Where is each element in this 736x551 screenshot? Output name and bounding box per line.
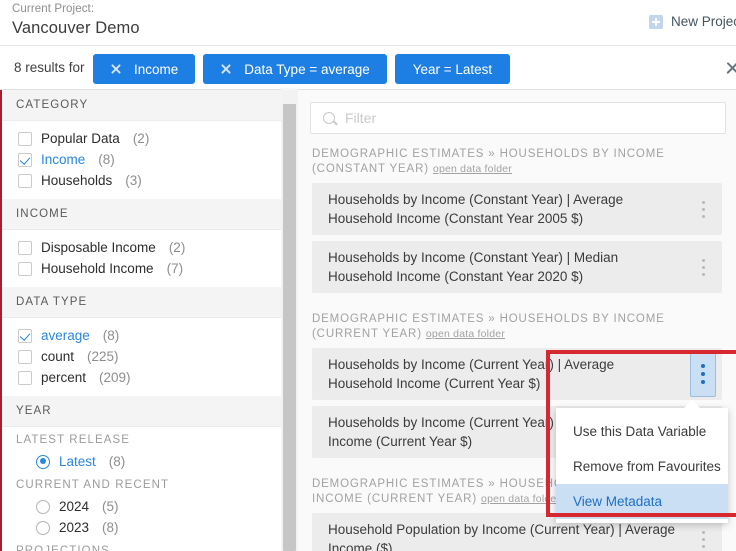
facet-option-label: count bbox=[41, 349, 75, 364]
facet-option-label: Households bbox=[41, 173, 113, 188]
facet-subgroup-current-and-recent: CURRENT AND RECENT bbox=[16, 479, 170, 491]
filter-chip-label: Year = Latest bbox=[412, 61, 493, 77]
sidebar-scrollbar-thumb[interactable] bbox=[283, 104, 296, 551]
facet-option-label: 2024 bbox=[59, 499, 90, 514]
facet-option-popular-data[interactable]: Popular Data (2) bbox=[2, 128, 281, 149]
new-project-label: New Project bbox=[671, 14, 736, 29]
facet-option-label: 2023 bbox=[59, 520, 90, 535]
filter-input-wrapper[interactable]: Filter bbox=[310, 102, 726, 134]
results-count-label: 8 results for bbox=[14, 60, 85, 75]
add-document-icon bbox=[649, 14, 663, 29]
filter-chip-year[interactable]: Year = Latest bbox=[394, 54, 511, 84]
checkbox-icon[interactable] bbox=[18, 240, 32, 255]
facet-option-label: percent bbox=[41, 370, 87, 385]
facet-options-data-type: average (8) count (225) percent (209) bbox=[2, 318, 281, 396]
checkbox-icon[interactable] bbox=[18, 173, 32, 188]
facet-section-title-income: INCOME bbox=[2, 199, 281, 230]
filter-chip-label: Income bbox=[134, 61, 179, 77]
facet-option-label: average bbox=[41, 328, 90, 343]
close-icon[interactable] bbox=[220, 64, 231, 75]
radio-selected-icon[interactable] bbox=[36, 454, 50, 469]
filter-chip-data-type[interactable]: Data Type = average bbox=[203, 54, 387, 84]
facet-options-income: Disposable Income (2) Household Income (… bbox=[2, 230, 281, 287]
facet-option-count: (2) bbox=[168, 240, 186, 255]
result-card-active[interactable]: Households by Income (Current Year) | Av… bbox=[312, 348, 722, 400]
close-icon[interactable] bbox=[110, 64, 121, 75]
new-project-button[interactable]: New Project bbox=[649, 14, 736, 29]
more-vertical-icon[interactable] bbox=[692, 249, 714, 285]
result-card[interactable]: Households by Income (Constant Year) | M… bbox=[312, 241, 722, 293]
filter-bar: Filter bbox=[298, 90, 736, 134]
radio-icon[interactable] bbox=[36, 520, 50, 535]
radio-icon[interactable] bbox=[36, 499, 50, 514]
facet-option-count: (8) bbox=[102, 328, 120, 343]
open-data-folder-link[interactable]: open data folder bbox=[426, 328, 505, 340]
result-card-title: Households by Income (Constant Year) | A… bbox=[328, 192, 624, 226]
filter-chip-list: Income Data Type = average Year = Latest bbox=[93, 54, 511, 84]
current-project-name: Vancouver Demo bbox=[12, 19, 140, 37]
facet-option-count: (8) bbox=[102, 520, 119, 535]
facet-option-disposable-income[interactable]: Disposable Income (2) bbox=[2, 237, 281, 258]
facet-option-count: (8) bbox=[108, 454, 126, 469]
facet-sidebar: CATEGORY Popular Data (2) Income (8) Hou… bbox=[0, 90, 281, 551]
facet-option-2023[interactable]: 2023 (8) bbox=[2, 517, 281, 538]
application-window: Current Project: Vancouver Demo New Proj… bbox=[0, 0, 736, 551]
result-card-title: Households by Income (Current Year) | Av… bbox=[328, 357, 615, 391]
facet-option-household-income[interactable]: Household Income (7) bbox=[2, 258, 281, 279]
facet-option-count[interactable]: count (225) bbox=[2, 346, 281, 367]
menu-item-view-metadata[interactable]: View Metadata bbox=[556, 484, 728, 519]
filter-input[interactable]: Filter bbox=[345, 110, 376, 126]
facet-option-count: (225) bbox=[87, 349, 119, 364]
facet-option-label: Popular Data bbox=[41, 131, 120, 146]
facet-option-label: Latest bbox=[59, 454, 96, 469]
facet-option-average[interactable]: average (8) bbox=[2, 325, 281, 346]
facet-options-category: Popular Data (2) Income (8) Households (… bbox=[2, 121, 281, 199]
checkbox-icon[interactable] bbox=[18, 261, 32, 276]
context-menu: Use this Data Variable Remove from Favou… bbox=[556, 400, 728, 523]
facet-section-title-year: YEAR bbox=[2, 396, 281, 427]
active-filters-bar: 8 results for Income Data Type = average… bbox=[0, 45, 736, 90]
current-project-label: Current Project: bbox=[12, 3, 95, 15]
checkbox-checked-icon[interactable] bbox=[18, 152, 32, 167]
open-data-folder-link[interactable]: open data folder bbox=[481, 493, 560, 505]
checkbox-icon[interactable] bbox=[18, 349, 32, 364]
more-vertical-icon-active[interactable] bbox=[690, 351, 716, 397]
filter-chip-income[interactable]: Income bbox=[93, 54, 196, 84]
facet-option-label: Disposable Income bbox=[41, 240, 156, 255]
more-vertical-icon[interactable] bbox=[692, 521, 714, 551]
checkbox-checked-icon[interactable] bbox=[18, 328, 32, 343]
facet-section-title-data-type: DATA TYPE bbox=[2, 287, 281, 318]
facet-option-label: Household Income bbox=[41, 261, 154, 276]
more-vertical-icon[interactable] bbox=[692, 191, 714, 227]
facet-option-count: (5) bbox=[102, 499, 119, 514]
menu-item-remove-from-favourites[interactable]: Remove from Favourites bbox=[556, 449, 728, 484]
checkbox-icon[interactable] bbox=[18, 131, 32, 146]
open-data-folder-link[interactable]: open data folder bbox=[433, 163, 512, 175]
result-card[interactable]: Households by Income (Constant Year) | A… bbox=[312, 183, 722, 235]
facet-option-households[interactable]: Households (3) bbox=[2, 170, 281, 191]
filter-chip-label: Data Type = average bbox=[244, 61, 370, 77]
facet-option-count: (7) bbox=[166, 261, 184, 276]
top-bar: Current Project: Vancouver Demo New Proj… bbox=[0, 0, 736, 45]
result-card-title: Household Population by Income (Current … bbox=[328, 522, 675, 551]
result-group-heading: DEMOGRAPHIC ESTIMATES » HOUSEHOLDS BY IN… bbox=[298, 134, 736, 183]
facet-subgroup-latest-release: LATEST RELEASE bbox=[16, 434, 131, 446]
checkbox-icon[interactable] bbox=[18, 370, 32, 385]
facet-option-income[interactable]: Income (8) bbox=[2, 149, 281, 170]
facet-option-label: Income bbox=[41, 152, 86, 167]
facet-option-count: (2) bbox=[132, 131, 150, 146]
clear-all-filters-icon[interactable] bbox=[726, 61, 736, 75]
facet-option-count: (8) bbox=[98, 152, 115, 167]
result-card-title: Households by Income (Constant Year) | M… bbox=[328, 250, 619, 284]
facet-option-count: (3) bbox=[125, 173, 142, 188]
facet-section-title-category: CATEGORY bbox=[2, 90, 281, 121]
facet-subgroup-projections: PROJECTIONS bbox=[16, 545, 110, 551]
facet-option-latest[interactable]: Latest (8) bbox=[2, 451, 281, 472]
facet-option-percent[interactable]: percent (209) bbox=[2, 367, 281, 388]
menu-item-use-this-data-variable[interactable]: Use this Data Variable bbox=[556, 414, 728, 449]
facet-option-count: (209) bbox=[99, 370, 131, 385]
search-icon bbox=[323, 112, 335, 124]
result-group-heading: DEMOGRAPHIC ESTIMATES » HOUSEHOLDS BY IN… bbox=[298, 299, 736, 348]
facet-option-2024[interactable]: 2024 (5) bbox=[2, 496, 281, 517]
